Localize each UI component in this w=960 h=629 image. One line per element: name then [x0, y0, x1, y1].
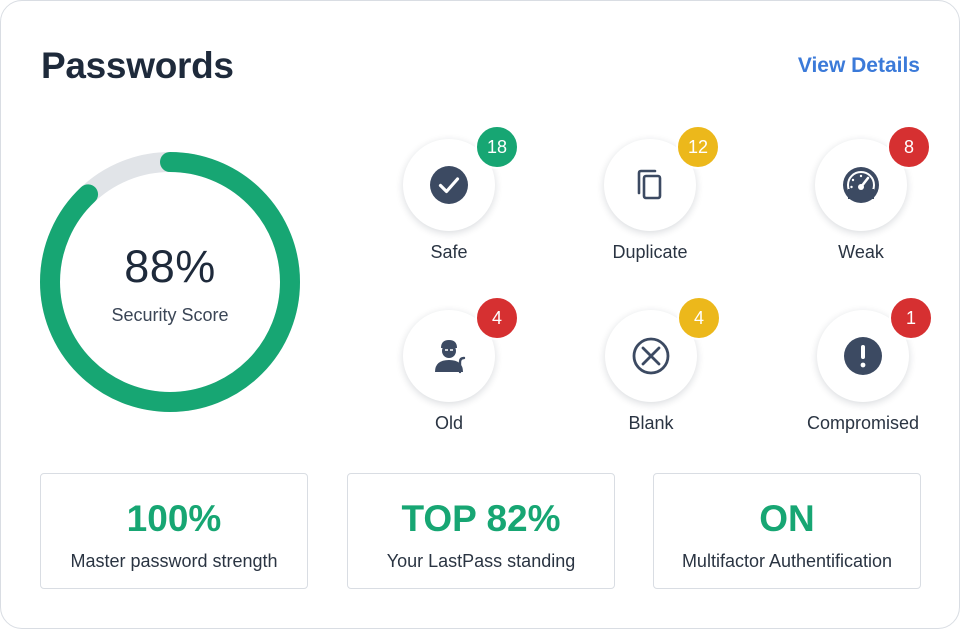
master-password-strength-value: 100% [126, 498, 222, 539]
stat-safe[interactable]: 18 Safe [359, 125, 539, 269]
view-details-link[interactable]: View Details [798, 54, 920, 78]
page-title: Passwords [41, 45, 234, 86]
stat-weak-label: Weak [838, 242, 884, 262]
stat-compromised[interactable]: 1 Compromised [773, 296, 953, 440]
stat-old[interactable]: 4 Old [359, 296, 539, 440]
stat-safe-label: Safe [430, 242, 468, 262]
multifactor-auth-value: ON [759, 498, 815, 539]
exclamation-circle-icon [844, 337, 882, 375]
stat-duplicate-label: Duplicate [612, 242, 688, 262]
multifactor-auth-label: Multifactor Authentification [681, 551, 893, 571]
stat-duplicate[interactable]: 12 Duplicate [560, 125, 740, 269]
lastpass-standing-value: TOP 82% [401, 498, 561, 539]
security-score-label: Security Score [111, 305, 229, 325]
tile-multifactor-auth: ON Multifactor Authentification [653, 473, 921, 589]
blank-count-badge: 4 [677, 296, 721, 340]
speedometer-icon [843, 167, 879, 203]
security-score-value: 88% [124, 241, 216, 292]
tile-master-password-strength: 100% Master password strength [40, 473, 308, 589]
old-person-icon [435, 340, 466, 374]
master-password-strength-label: Master password strength [70, 551, 278, 571]
stat-blank[interactable]: 4 Blank [561, 296, 741, 440]
old-count-badge: 4 [475, 296, 519, 340]
safe-count-badge: 18 [475, 125, 519, 169]
duplicate-count-badge: 12 [676, 125, 720, 169]
weak-count-badge: 8 [887, 125, 931, 169]
stat-old-label: Old [434, 413, 463, 433]
copy-icon [637, 169, 662, 200]
circle-x-icon [632, 337, 670, 375]
stat-compromised-label: Compromised [806, 413, 920, 433]
compromised-count-badge: 1 [889, 296, 933, 340]
passwords-card: Passwords View Details 88% Security Scor… [0, 0, 960, 629]
lastpass-standing-label: Your LastPass standing [386, 551, 576, 571]
stat-blank-label: Blank [628, 413, 674, 433]
tile-lastpass-standing: TOP 82% Your LastPass standing [347, 473, 615, 589]
stat-weak[interactable]: 8 Weak [771, 125, 951, 269]
check-circle-icon [430, 166, 468, 204]
